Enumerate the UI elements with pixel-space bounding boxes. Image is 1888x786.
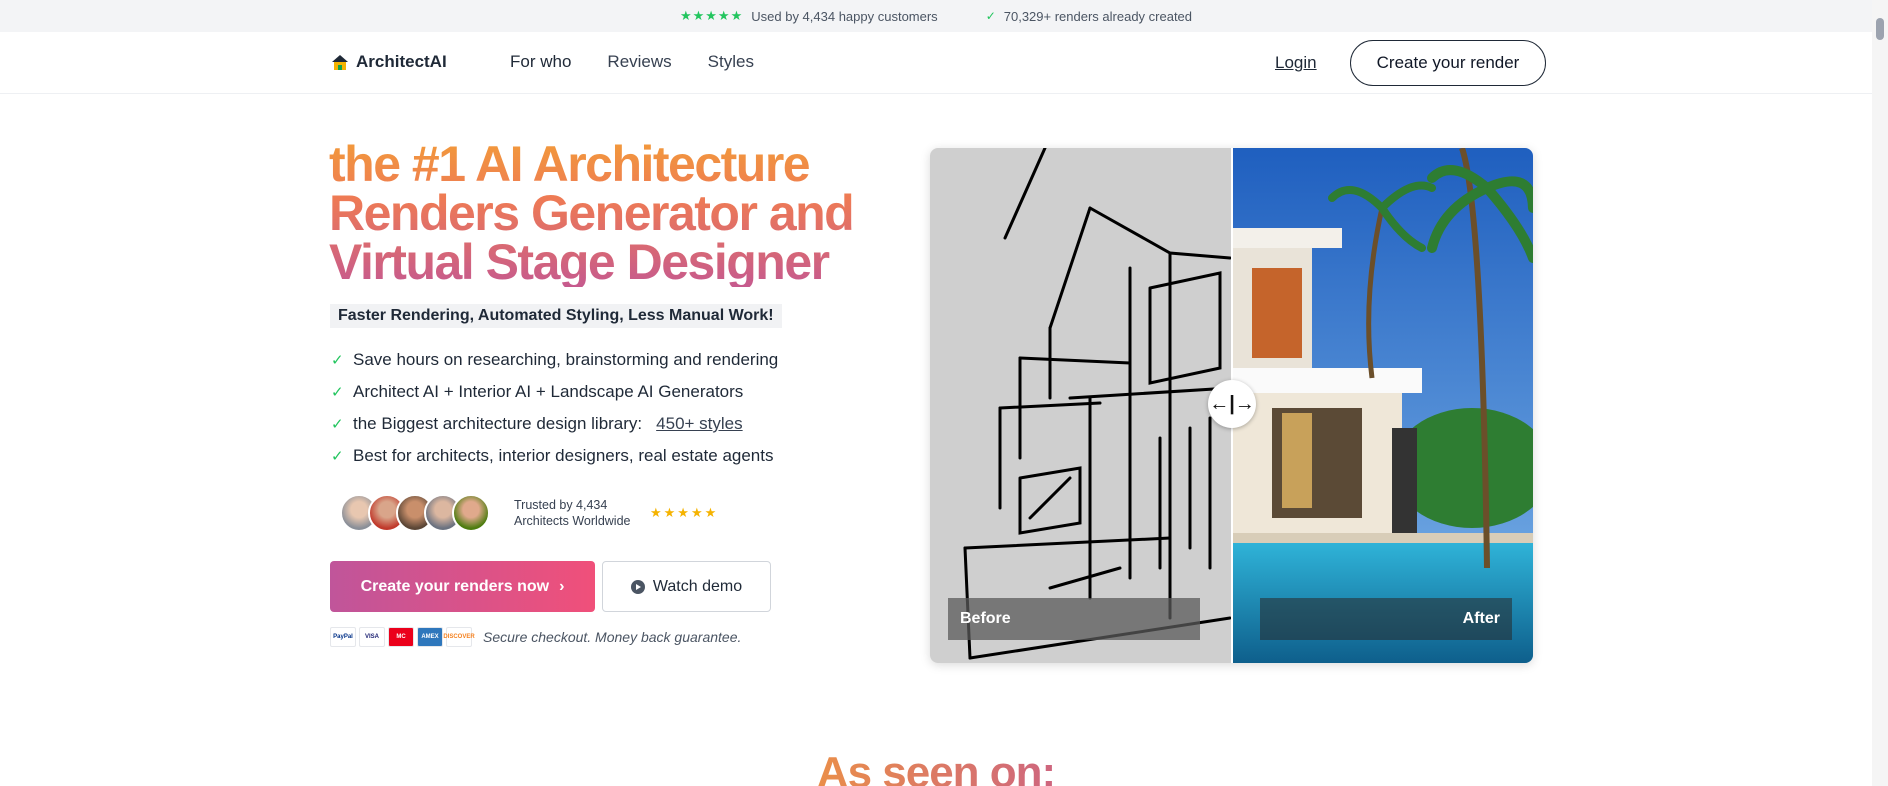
nav-for-who[interactable]: For who (510, 52, 571, 72)
play-icon (630, 579, 645, 594)
nav-links: For who Reviews Styles (510, 52, 754, 72)
trusted-text: Trusted by 4,434 Architects Worldwide (514, 498, 631, 528)
discover-icon: DISCOVER (443, 627, 475, 647)
check-icon: ✓ (331, 416, 344, 433)
scrollbar-thumb[interactable] (1876, 18, 1884, 40)
house-logo-icon (332, 55, 348, 70)
create-renders-now-button[interactable]: Create your renders now › (330, 561, 595, 612)
page-scrollbar[interactable] (1872, 0, 1888, 786)
list-item: ✓ Architect AI + Interior AI + Landscape … (331, 382, 744, 401)
watch-demo-button[interactable]: Watch demo (602, 561, 771, 612)
nav-reviews[interactable]: Reviews (607, 52, 671, 72)
after-render-image (1232, 148, 1533, 663)
before-after-slider[interactable]: ←|→ Before After (930, 148, 1533, 663)
before-label: Before (948, 598, 1200, 640)
list-item: ✓ the Biggest architecture design library… (331, 414, 743, 434)
login-link[interactable]: Login (1275, 53, 1317, 73)
hero-subline: Faster Rendering, Automated Styling, Les… (330, 304, 782, 328)
renders-text: 70,329+ renders already created (1003, 8, 1193, 24)
house-sketch (963, 148, 1232, 660)
logo-link[interactable]: ArchitectAI (330, 52, 447, 72)
check-icon: ✓ (985, 9, 996, 23)
rating-stars-icon: ★★★★★ (679, 8, 744, 23)
slider-handle-icon[interactable]: ←|→ (1208, 380, 1256, 428)
check-icon: ✓ (331, 448, 344, 465)
mastercard-icon: MC (388, 627, 414, 647)
customers-badge: ★★★★★ Used by 4,434 happy customers (680, 8, 938, 24)
avatar-group (340, 494, 490, 532)
feature-list: ✓ Save hours on researching, brainstormin… (331, 344, 778, 472)
check-icon: ✓ (331, 384, 344, 401)
after-label: After (1260, 598, 1512, 640)
renders-badge: ✓ 70,329+ renders already created (986, 9, 1192, 24)
check-icon: ✓ (331, 352, 344, 369)
announcement-bar: ★★★★★ Used by 4,434 happy customers ✓ 70… (0, 0, 1872, 32)
customers-text: Used by 4,434 happy customers (751, 8, 938, 24)
hero-title: the #1 AI Architecture Renders Generator… (329, 139, 889, 287)
visa-icon: VISA (359, 627, 385, 647)
as-seen-on-heading: As seen on: (0, 748, 1872, 786)
rating-stars-icon: ★★★★★ (650, 505, 719, 520)
list-item: ✓ Best for architects, interior designers… (331, 446, 774, 465)
tropical-house-render (1232, 148, 1533, 663)
amex-icon: AMEX (417, 627, 443, 647)
create-render-button[interactable]: Create your render (1350, 40, 1546, 86)
list-item: ✓ Save hours on researching, brainstormin… (331, 350, 779, 369)
payment-methods: PayPal VISA MC AMEX DISCOVER Secure chec… (330, 627, 741, 647)
avatar (452, 494, 490, 532)
trusted-by: Trusted by 4,434 Architects Worldwide ★★… (340, 494, 718, 532)
styles-library-link[interactable]: 450+ styles (656, 414, 742, 434)
secure-checkout-text: Secure checkout. Money back guarantee. (483, 629, 742, 645)
logo-text: ArchitectAI (356, 52, 447, 71)
main-nav: ArchitectAI For who Reviews Styles Login… (0, 32, 1872, 94)
before-sketch-image (930, 148, 1232, 663)
nav-styles[interactable]: Styles (708, 52, 754, 72)
paypal-icon: PayPal (330, 627, 356, 647)
chevron-right-icon: › (559, 577, 565, 595)
